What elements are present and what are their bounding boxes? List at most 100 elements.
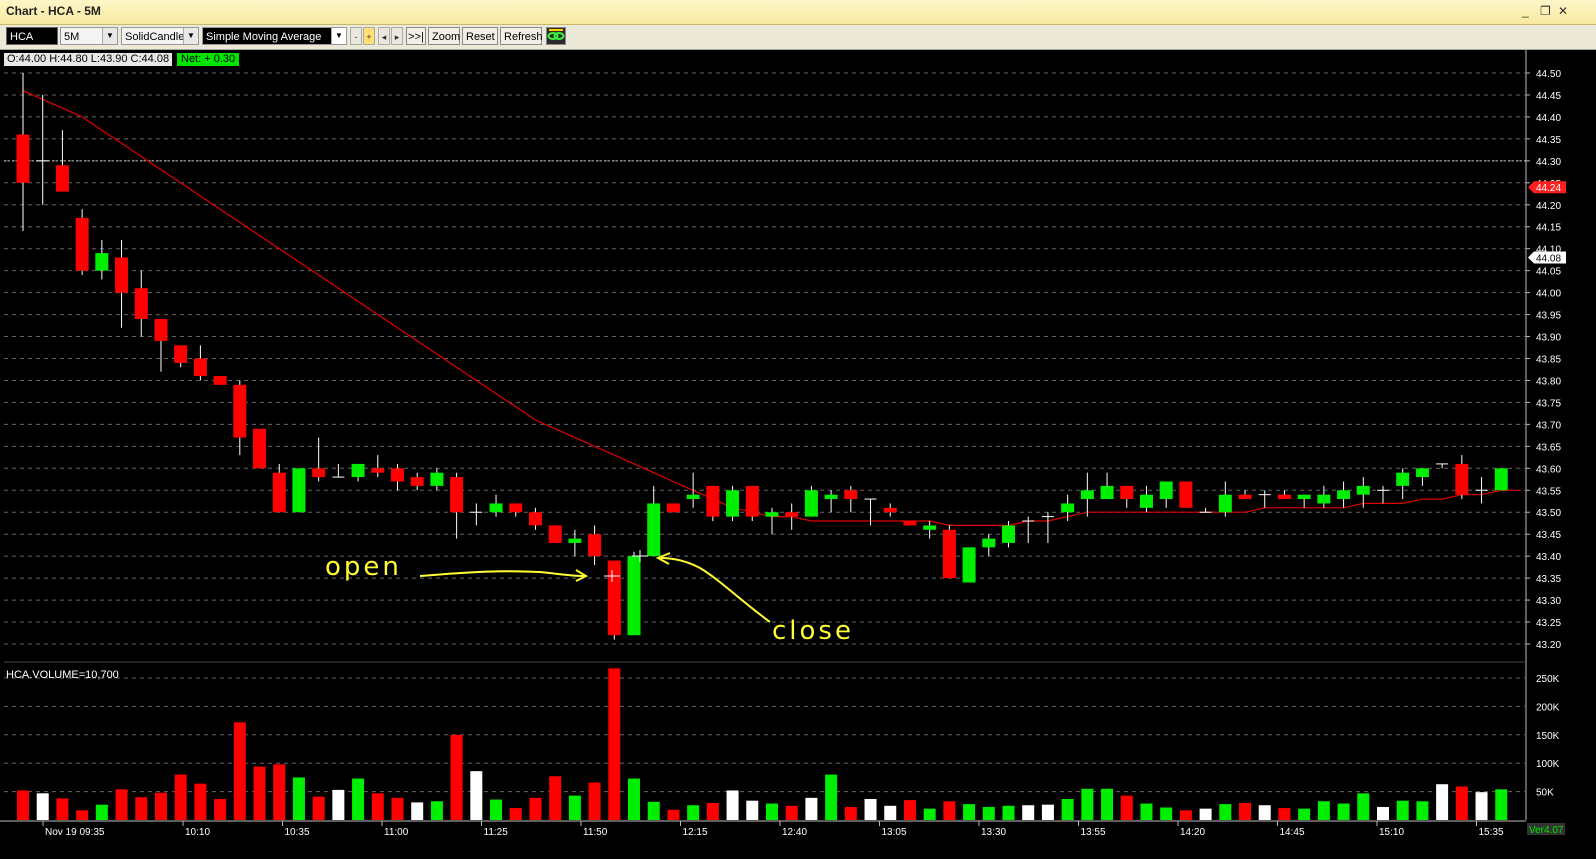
candle-body bbox=[213, 376, 227, 385]
version-label: Ver4.07 bbox=[1529, 825, 1564, 836]
volume-bar bbox=[1396, 800, 1409, 820]
volume-bar bbox=[174, 774, 187, 820]
dropdown-arrow-icon[interactable]: ▼ bbox=[183, 28, 198, 44]
volume-bar bbox=[1258, 805, 1271, 820]
close-button[interactable]: ✕ bbox=[1558, 4, 1568, 18]
candle-body bbox=[726, 490, 740, 517]
price-tick-label: 44.15 bbox=[1536, 223, 1561, 234]
candle-body bbox=[1238, 494, 1252, 500]
dropdown-arrow-icon[interactable]: ▼ bbox=[102, 28, 117, 44]
net-change-badge: Net: + 0.30 bbox=[177, 53, 240, 66]
volume-tick-label: 100K bbox=[1536, 759, 1560, 770]
volume-bar bbox=[1436, 784, 1449, 820]
remove-indicator-button[interactable]: - bbox=[350, 27, 362, 45]
window-title: Chart - HCA - 5M bbox=[6, 4, 101, 18]
candles bbox=[16, 73, 1508, 640]
chart-type-value: SolidCandle bbox=[125, 31, 185, 43]
volume-bar bbox=[963, 804, 976, 820]
price-tick-label: 44.45 bbox=[1536, 91, 1561, 102]
volume-bar bbox=[1199, 808, 1212, 820]
time-tick-label: 10:10 bbox=[185, 827, 210, 838]
volume-bar bbox=[844, 806, 857, 820]
candle-body bbox=[824, 494, 838, 500]
price-tick-label: 44.35 bbox=[1536, 135, 1561, 146]
time-tick-label: 10:35 bbox=[285, 827, 310, 838]
candle-body bbox=[1120, 485, 1134, 500]
candle-body bbox=[785, 512, 799, 517]
candle-body bbox=[647, 503, 661, 557]
volume-bar bbox=[1239, 802, 1252, 820]
interval-select[interactable]: 5M ▼ bbox=[60, 27, 118, 45]
candle-body bbox=[1277, 494, 1291, 500]
volume-bar bbox=[1475, 792, 1488, 820]
volume-bar bbox=[805, 797, 818, 820]
price-tick-label: 43.45 bbox=[1536, 530, 1561, 541]
open-annotation: open bbox=[325, 552, 402, 582]
volume-bar bbox=[430, 801, 443, 820]
volume-bar bbox=[1495, 789, 1508, 820]
volume-bar bbox=[490, 799, 503, 820]
volume-bar bbox=[1179, 810, 1192, 820]
price-tick-label: 43.85 bbox=[1536, 355, 1561, 366]
time-tick-label: 12:15 bbox=[683, 827, 708, 838]
add-indicator-button[interactable]: + bbox=[363, 27, 375, 45]
candle-body bbox=[371, 468, 385, 473]
restore-button[interactable]: ❐ bbox=[1540, 4, 1551, 18]
dropdown-arrow-icon[interactable]: ▼ bbox=[331, 28, 346, 44]
candle-body bbox=[410, 477, 424, 486]
time-tick-label: 13:30 bbox=[981, 827, 1006, 838]
volume-bar bbox=[154, 792, 167, 820]
chart-type-select[interactable]: SolidCandle ▼ bbox=[121, 27, 199, 45]
volume-bar bbox=[588, 782, 601, 820]
candlestick-chart[interactable]: 44.5044.4544.4044.3544.3044.2544.2044.15… bbox=[0, 50, 1596, 859]
price-tick-label: 43.50 bbox=[1536, 508, 1561, 519]
candle-body bbox=[1179, 481, 1193, 508]
volume-bar bbox=[1101, 788, 1114, 820]
volume-tick-label: 50K bbox=[1536, 788, 1554, 799]
refresh-button[interactable]: Refresh bbox=[500, 27, 543, 45]
candle-body bbox=[154, 318, 168, 341]
candle-body bbox=[233, 384, 247, 438]
volume-bar bbox=[647, 801, 660, 820]
volume-bar bbox=[509, 808, 522, 820]
price-tick-label: 43.80 bbox=[1536, 376, 1561, 387]
volume-bar bbox=[785, 805, 798, 820]
volume-bar bbox=[1219, 804, 1232, 820]
price-tick-label: 44.05 bbox=[1536, 267, 1561, 278]
volume-bar bbox=[608, 668, 621, 820]
chart-area[interactable]: 44.5044.4544.4044.3544.3044.2544.2044.15… bbox=[0, 50, 1596, 859]
volume-bar bbox=[687, 805, 700, 820]
price-tick-label: 43.20 bbox=[1536, 640, 1561, 651]
candle-body bbox=[1139, 494, 1153, 508]
volume-bar bbox=[1337, 803, 1350, 820]
price-tick-label: 44.30 bbox=[1536, 157, 1561, 168]
candle-body bbox=[923, 525, 937, 530]
volume-bar bbox=[450, 734, 463, 820]
scroll-right-button[interactable]: ▸ bbox=[391, 27, 403, 45]
price-tick-label: 43.60 bbox=[1536, 464, 1561, 475]
volume-bar bbox=[628, 778, 641, 820]
volume-bar bbox=[726, 790, 739, 820]
volume-bar bbox=[17, 790, 29, 820]
reset-button[interactable]: Reset bbox=[462, 27, 498, 45]
candle-body bbox=[666, 503, 680, 513]
time-tick-label: 12:40 bbox=[782, 827, 807, 838]
scroll-left-button[interactable]: ◂ bbox=[378, 27, 390, 45]
candle-body bbox=[390, 468, 404, 482]
candle-body bbox=[1455, 463, 1469, 495]
candle-body bbox=[351, 463, 365, 478]
candle-body bbox=[745, 485, 759, 517]
candle-body bbox=[982, 538, 996, 548]
candle-body bbox=[292, 468, 306, 513]
volume-bar bbox=[56, 798, 69, 820]
indicator-select[interactable]: Simple Moving Average ▼ bbox=[202, 27, 347, 45]
symbol-input[interactable]: HCA bbox=[6, 27, 58, 45]
volume-bar bbox=[233, 722, 246, 820]
volume-bar bbox=[76, 810, 89, 820]
link-icon[interactable] bbox=[546, 27, 566, 45]
scroll-end-button[interactable]: >>| bbox=[406, 27, 426, 45]
candle-body bbox=[528, 512, 542, 526]
volume-bar bbox=[292, 777, 305, 820]
minimize-button[interactable]: _ bbox=[1522, 4, 1529, 18]
zoom-button[interactable]: Zoom bbox=[428, 27, 460, 45]
